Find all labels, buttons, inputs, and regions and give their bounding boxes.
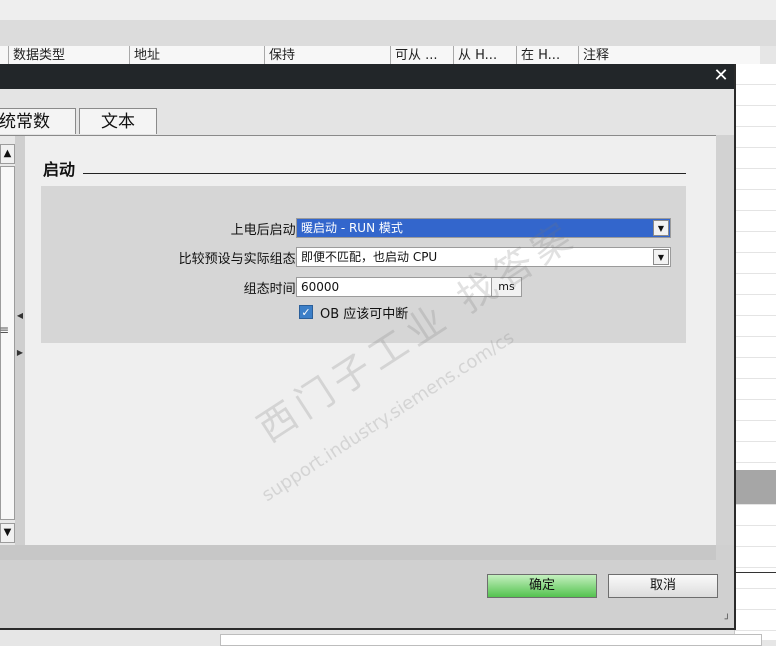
column-address[interactable]: 地址: [129, 46, 264, 64]
ob-interruptible-checkbox[interactable]: ✓: [299, 305, 313, 319]
properties-dialog: ✕ 统常数 文本 ▲ ≡ ▼ ◀ ▶ 启动 上电后启动: 暖启动 - RUN 模…: [0, 64, 736, 630]
column-from-hmi[interactable]: 从 H...: [453, 46, 516, 64]
settings-panel: 启动 上电后启动: 暖启动 - RUN 模式 ▼ 比较预设与实际组态: 即便不匹…: [25, 136, 716, 546]
startup-label: 上电后启动:: [230, 223, 300, 238]
scrollbar-track[interactable]: [0, 166, 15, 520]
column-in-hmi[interactable]: 在 H...: [516, 46, 579, 64]
background-table-header: 数据类型 地址 保持 可从 ... 从 H... 在 H... 注释: [0, 46, 760, 65]
chevron-down-icon[interactable]: ▼: [653, 249, 669, 265]
cancel-button[interactable]: 取消: [608, 574, 718, 598]
background-bottom-field: [220, 634, 762, 646]
ob-interruptible-label[interactable]: OB 应该可中断: [320, 303, 408, 322]
dialog-titlebar: ✕: [0, 64, 734, 89]
panel-splitter[interactable]: [15, 136, 25, 546]
tab-strip: 统常数 文本: [0, 89, 734, 135]
navigation-tree: ▲ ≡ ▼: [0, 136, 16, 546]
chevron-down-icon[interactable]: ▼: [653, 220, 669, 236]
scroll-up-icon[interactable]: ▲: [0, 144, 15, 164]
expand-right-icon[interactable]: ▶: [15, 348, 25, 357]
scroll-down-icon[interactable]: ▼: [0, 523, 15, 543]
watermark-url: support.industry.siemens.com/cs: [258, 327, 518, 506]
column-comment[interactable]: 注释: [578, 46, 743, 64]
tab-system-constants[interactable]: 统常数: [0, 108, 76, 134]
background-toolbar: [0, 0, 776, 20]
collapse-left-icon[interactable]: ◀: [15, 311, 25, 320]
section-title: 启动: [43, 156, 84, 180]
grip-icon[interactable]: ≡: [0, 323, 9, 337]
startup-mode-dropdown[interactable]: 暖启动 - RUN 模式 ▼: [296, 218, 671, 238]
column-accessible-from[interactable]: 可从 ...: [390, 46, 453, 64]
compare-config-label: 比较预设与实际组态:: [178, 252, 300, 267]
dialog-content: ▲ ≡ ▼ ◀ ▶ 启动 上电后启动: 暖启动 - RUN 模式 ▼ 比较预设与…: [0, 135, 716, 546]
dialog-footer: 确定 取消 ┘: [0, 545, 734, 628]
compare-config-value: 即便不匹配，也启动 CPU: [301, 250, 438, 264]
column-data-type[interactable]: 数据类型: [8, 46, 128, 64]
ok-button[interactable]: 确定: [487, 574, 597, 598]
tab-texts[interactable]: 文本: [79, 108, 157, 134]
background-divider: [734, 572, 776, 573]
background-band: [0, 20, 776, 46]
background-table-rows: [734, 64, 776, 640]
close-icon[interactable]: ✕: [710, 66, 732, 87]
footer-separator: [0, 545, 716, 560]
config-time-unit: ms: [491, 277, 522, 297]
resize-grip-icon[interactable]: ┘: [725, 615, 730, 625]
background-panel-dark: [734, 470, 776, 504]
startup-mode-value: 暖启动 - RUN 模式: [301, 221, 403, 235]
column-retain[interactable]: 保持: [264, 46, 389, 64]
startup-settings: 上电后启动: 暖启动 - RUN 模式 ▼ 比较预设与实际组态: 即便不匹配，也…: [41, 186, 686, 343]
compare-config-dropdown[interactable]: 即便不匹配，也启动 CPU ▼: [296, 247, 671, 267]
config-time-input[interactable]: 60000: [296, 277, 492, 297]
config-time-label: 组态时间:: [243, 282, 300, 297]
section-divider: [43, 173, 686, 174]
